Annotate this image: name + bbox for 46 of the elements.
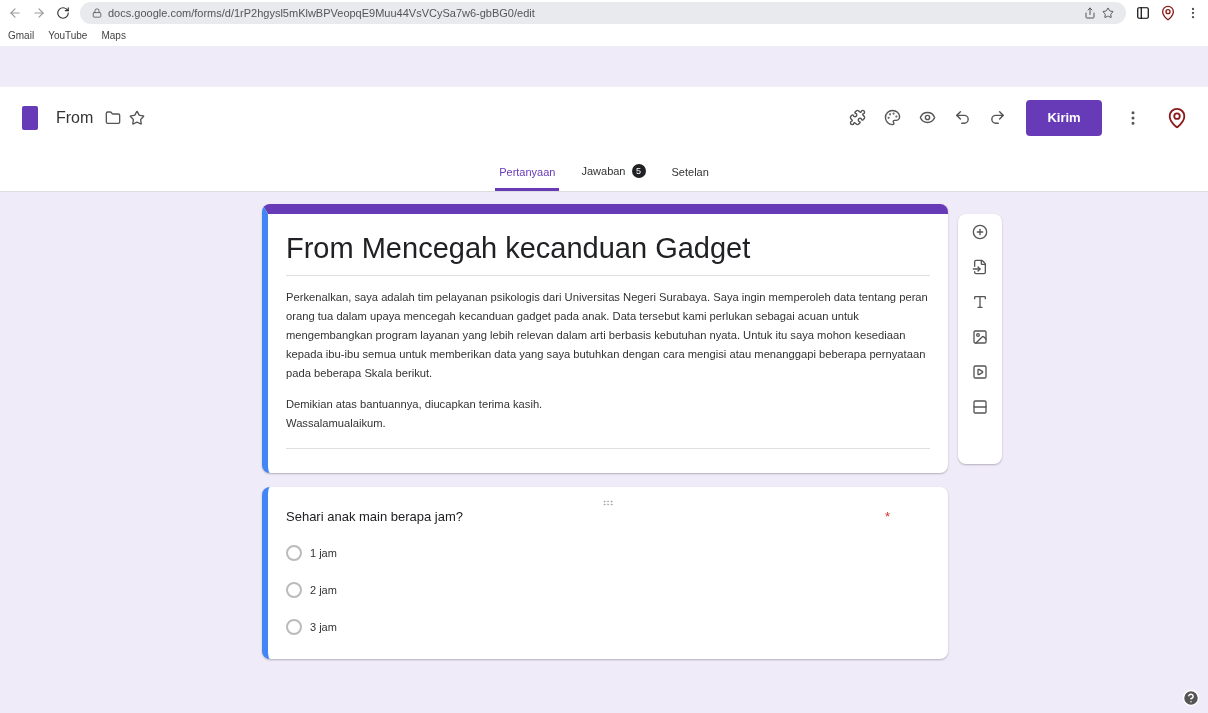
radio-button[interactable] (286, 619, 302, 635)
option-label: 2 jam (310, 584, 337, 596)
tab[interactable]: Pertanyaan (495, 166, 560, 191)
add-circle-icon[interactable] (972, 224, 988, 240)
folder-icon[interactable] (105, 109, 122, 126)
required-mark: * (884, 509, 890, 524)
option-label: 1 jam (310, 547, 337, 559)
question-text[interactable]: Sehari anak main berapa jam? (286, 509, 464, 524)
count-badge: 5 (631, 164, 646, 178)
eye-icon[interactable] (919, 109, 936, 126)
address-bar[interactable]: docs.google.com/forms/d/1rP2hgysl5mKlwBPVeopqE9Muu44VsVCySa7w6-gbBG0/edit (80, 2, 1126, 24)
undo-icon[interactable] (954, 109, 971, 126)
sidebar-icon[interactable] (1136, 6, 1150, 20)
tab[interactable]: Setelan (667, 166, 713, 191)
lock-icon[interactable] (92, 8, 102, 18)
bookmark[interactable]: YouTube (48, 29, 88, 41)
form-description[interactable]: Perkenalkan, saya adalah tim pelayanan psikologis dari Universitas Negeri Surabaya. Saya ingin memperoleh data tentang peran orang tua dalam upaya mencegah kecanduan gadget pada anak. Data tersebut kami perlukan sebagai acuan untuk mengembangkan program layanan yang lebih relevan dalam arti berbasis kebutuhan nyata. Untuk itu saya mohon kesediaan kepada ibu-ibu semua untuk memberikan data yang saya butuhkan dengan cara mengisi atau menanggapi beberapa pernyataan pada beberapa Skala berikut. (286, 288, 930, 383)
profile-icon[interactable] (1160, 5, 1176, 21)
back-icon[interactable] (8, 6, 22, 20)
palette-icon[interactable] (884, 109, 901, 126)
text-icon[interactable] (972, 294, 988, 310)
help-icon[interactable] (1182, 689, 1200, 707)
bookmark[interactable]: Maps (101, 29, 126, 41)
radio-button[interactable] (286, 545, 302, 561)
star-icon[interactable] (129, 109, 146, 126)
forward-icon[interactable] (32, 6, 46, 20)
drag-handle-icon[interactable] (602, 497, 614, 509)
send-button[interactable]: Kirim (1026, 99, 1102, 136)
bookmark[interactable]: Gmail (8, 29, 35, 41)
radio-button[interactable] (286, 582, 302, 598)
redo-icon[interactable] (989, 109, 1006, 126)
puzzle-icon[interactable] (849, 109, 866, 126)
option-label: 3 jam (310, 621, 337, 633)
form-description[interactable]: Demikian atas bantuannya, diucapkan terima kasih. Wassalamualaikum. (286, 395, 930, 433)
section-icon[interactable] (972, 399, 988, 415)
document-title[interactable]: From (56, 108, 94, 127)
tab[interactable]: Jawaban 5 (577, 164, 650, 191)
star-icon[interactable] (1102, 7, 1114, 19)
profile-icon[interactable] (1166, 106, 1188, 129)
share-icon[interactable] (1084, 7, 1096, 19)
image-icon[interactable] (972, 329, 988, 345)
import-icon[interactable] (972, 259, 988, 275)
form-title[interactable]: From Mencegah kecanduan Gadget (286, 232, 930, 276)
reload-icon[interactable] (56, 6, 70, 20)
video-icon[interactable] (972, 364, 988, 380)
forms-logo-icon (22, 105, 38, 130)
